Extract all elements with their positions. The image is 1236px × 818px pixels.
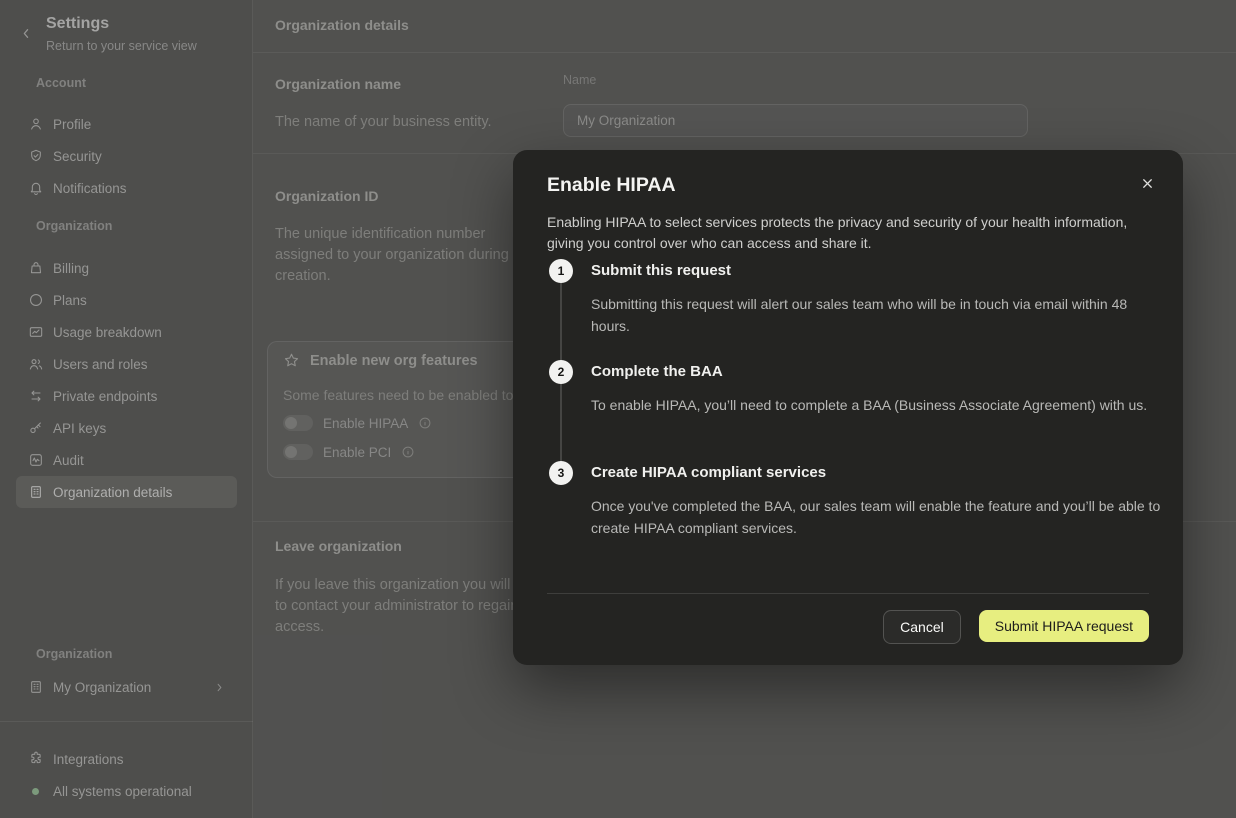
modal-title: Enable HIPAA [547, 174, 676, 197]
step-number-badge: 3 [549, 461, 573, 485]
step-2-title: Complete the BAA [591, 363, 723, 380]
modal-footer-divider [547, 593, 1149, 594]
step-1-body: Submitting this request will alert our s… [591, 294, 1169, 337]
step-3-body: Once you've completed the BAA, our sales… [591, 496, 1169, 539]
step-number-badge: 2 [549, 360, 573, 384]
modal-description: Enabling HIPAA to select services protec… [547, 212, 1153, 254]
close-icon[interactable] [1140, 176, 1155, 191]
submit-hipaa-request-button[interactable]: Submit HIPAA request [979, 610, 1149, 642]
step-number-badge: 1 [549, 259, 573, 283]
step-3-title: Create HIPAA compliant services [591, 464, 826, 481]
cancel-button[interactable]: Cancel [883, 610, 961, 644]
app-root: Settings Return to your service view Acc… [0, 0, 1236, 818]
step-1-title: Submit this request [591, 262, 731, 279]
modal-actions: Cancel Submit HIPAA request [883, 610, 1149, 644]
enable-hipaa-modal: Enable HIPAA Enabling HIPAA to select se… [513, 150, 1183, 665]
step-2-body: To enable HIPAA, you’ll need to complete… [591, 395, 1169, 417]
